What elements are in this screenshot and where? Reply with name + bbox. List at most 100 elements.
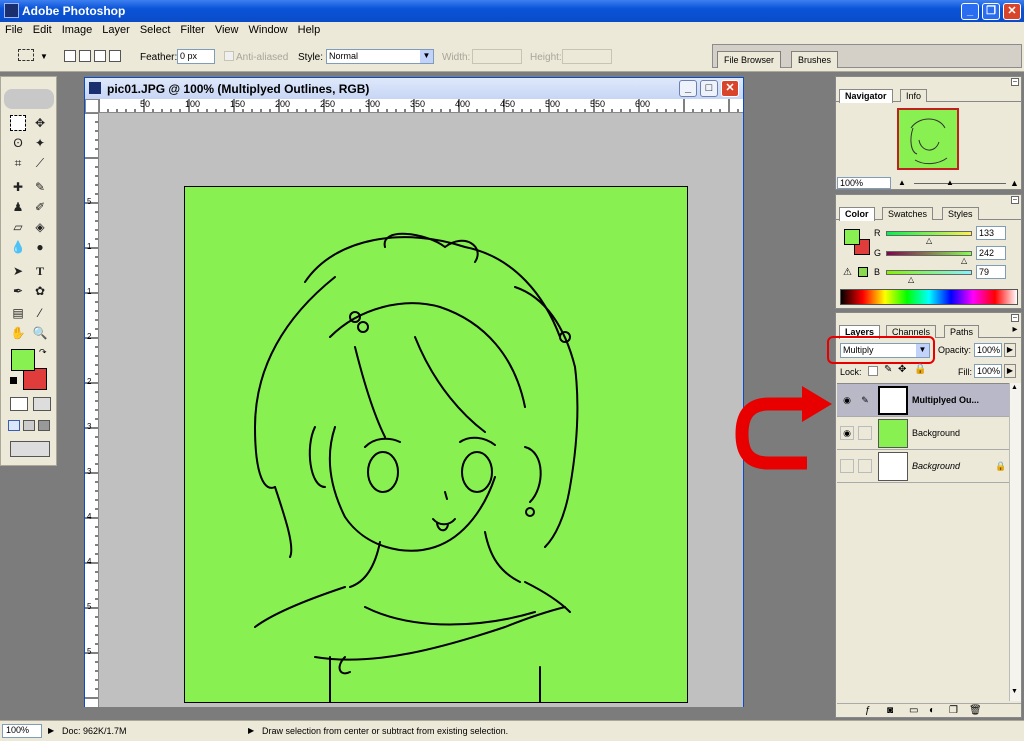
history-brush-tool-icon[interactable]: ✐: [32, 199, 48, 215]
layer-name[interactable]: Background: [912, 461, 960, 471]
menu-help[interactable]: Help: [293, 22, 326, 36]
tab-file-browser[interactable]: File Browser: [717, 51, 782, 68]
menu-filter[interactable]: Filter: [175, 22, 209, 36]
add-selection-icon[interactable]: [79, 50, 91, 62]
marquee-tool-icon[interactable]: [10, 115, 26, 131]
layers-scrollbar[interactable]: ▲ ▼: [1009, 383, 1021, 701]
adjustment-layer-icon[interactable]: ◐: [929, 705, 935, 716]
navigator-thumbnail[interactable]: [897, 108, 959, 170]
type-tool-icon[interactable]: T: [32, 263, 48, 279]
menu-view[interactable]: View: [210, 22, 244, 36]
tab-brushes[interactable]: Brushes: [791, 51, 839, 68]
lock-position-icon[interactable]: ✥: [898, 364, 906, 375]
opacity-arrow-icon[interactable]: ▶: [1004, 343, 1016, 357]
zoom-in-icon[interactable]: ▲: [1010, 178, 1019, 188]
tab-color[interactable]: Color: [839, 207, 875, 221]
pen-tool-icon[interactable]: ✒: [10, 283, 26, 299]
lock-image-icon[interactable]: ✎: [884, 364, 892, 375]
minimize-icon[interactable]: _: [679, 80, 697, 97]
quick-mask-mode-icon[interactable]: [33, 397, 51, 411]
ruler-origin[interactable]: [85, 99, 99, 113]
b-slider[interactable]: [886, 270, 972, 275]
b-value-input[interactable]: 79: [976, 265, 1006, 279]
lock-all-icon[interactable]: 🔒: [914, 364, 926, 375]
chevron-down-icon[interactable]: ▼: [916, 344, 929, 357]
eye-icon[interactable]: ◉: [840, 426, 854, 440]
layer-name[interactable]: Multiplyed Ou...: [912, 395, 979, 405]
crop-tool-icon[interactable]: ⌗: [10, 155, 26, 171]
scroll-down-icon[interactable]: ▼: [1011, 688, 1018, 695]
panel-minimize-icon[interactable]: –: [1011, 196, 1019, 204]
default-colors-icon[interactable]: [10, 377, 17, 384]
panel-minimize-icon[interactable]: –: [1011, 78, 1019, 86]
swap-colors-icon[interactable]: ↷: [39, 347, 47, 358]
status-zoom-input[interactable]: 100%: [2, 724, 42, 738]
zoom-out-icon[interactable]: ▲: [898, 178, 906, 187]
status-menu-icon[interactable]: ▶: [48, 726, 54, 735]
color-panel-foreground-swatch[interactable]: [844, 229, 860, 245]
close-icon[interactable]: ✕: [721, 80, 739, 97]
layer-row-multiplyed-outlines[interactable]: ◉ ✎ Multiplyed Ou...: [837, 384, 1009, 417]
canvas-area[interactable]: [99, 113, 743, 707]
color-ramp[interactable]: [840, 289, 1018, 305]
full-screen-menu-mode-icon[interactable]: [23, 420, 35, 431]
foreground-color-swatch[interactable]: [11, 349, 35, 371]
new-layer-icon[interactable]: ❐: [949, 705, 958, 716]
standard-mode-icon[interactable]: [10, 397, 28, 411]
fill-arrow-icon[interactable]: ▶: [1004, 364, 1016, 378]
document-title-bar[interactable]: pic01.JPG @ 100% (Multiplyed Outlines, R…: [85, 78, 743, 99]
new-set-icon[interactable]: ▭: [909, 705, 918, 716]
chevron-down-icon[interactable]: ▼: [40, 52, 48, 61]
anti-aliased-checkbox[interactable]: [224, 51, 234, 61]
lasso-tool-icon[interactable]: ʘ: [10, 135, 26, 151]
lock-transparency-icon[interactable]: [868, 366, 878, 376]
tab-navigator[interactable]: Navigator: [839, 89, 893, 103]
menu-layer[interactable]: Layer: [97, 22, 135, 36]
g-slider[interactable]: [886, 251, 972, 256]
b-slider-thumb-icon[interactable]: △: [908, 275, 914, 284]
paint-bucket-tool-icon[interactable]: ◈: [32, 219, 48, 235]
panel-menu-icon[interactable]: ▸: [1011, 325, 1019, 335]
r-slider-thumb-icon[interactable]: △: [926, 236, 932, 245]
eyedropper-tool-icon[interactable]: ⁄: [32, 305, 48, 321]
standard-screen-mode-icon[interactable]: [8, 420, 20, 431]
intersect-selection-icon[interactable]: [109, 50, 121, 62]
g-value-input[interactable]: 242: [976, 246, 1006, 260]
layer-row-background-locked[interactable]: Background 🔒: [837, 450, 1009, 483]
brush-icon[interactable]: ✎: [858, 393, 872, 407]
gamut-color-swatch[interactable]: [858, 267, 868, 277]
path-selection-tool-icon[interactable]: ➤: [10, 263, 26, 279]
scroll-up-icon[interactable]: ▲: [1011, 384, 1018, 391]
marquee-tool-preset-icon[interactable]: [18, 49, 34, 61]
height-input[interactable]: [562, 49, 612, 64]
healing-brush-tool-icon[interactable]: ✚: [10, 179, 26, 195]
dodge-tool-icon[interactable]: ●: [32, 239, 48, 255]
trash-icon[interactable]: 🗑: [969, 705, 982, 716]
add-layer-style-icon[interactable]: ƒ: [865, 705, 871, 716]
eye-icon[interactable]: ◉: [840, 393, 854, 407]
r-value-input[interactable]: 133: [976, 226, 1006, 240]
layer-name[interactable]: Background: [912, 428, 960, 438]
background-color-swatch[interactable]: [23, 368, 47, 390]
tab-info[interactable]: Info: [900, 89, 928, 102]
slice-tool-icon[interactable]: ⟋: [32, 155, 48, 171]
blend-mode-select[interactable]: Multiply ▼: [840, 343, 930, 358]
menu-select[interactable]: Select: [135, 22, 176, 36]
tab-swatches[interactable]: Swatches: [882, 207, 934, 220]
menu-window[interactable]: Window: [244, 22, 293, 36]
photoshop-eye-logo-icon[interactable]: [4, 89, 54, 109]
link-slot[interactable]: [858, 426, 872, 440]
clone-stamp-tool-icon[interactable]: ♟: [10, 199, 26, 215]
notes-tool-icon[interactable]: ▤: [10, 305, 26, 321]
zoom-tool-icon[interactable]: 🔍: [32, 325, 48, 341]
restore-icon[interactable]: ❐: [982, 3, 1000, 20]
link-slot[interactable]: [858, 459, 872, 473]
menu-edit[interactable]: Edit: [28, 22, 57, 36]
g-slider-thumb-icon[interactable]: △: [961, 256, 967, 265]
menu-file[interactable]: File: [0, 22, 28, 36]
eye-hidden-slot[interactable]: [840, 459, 854, 473]
move-tool-icon[interactable]: ✥: [32, 115, 48, 131]
new-selection-icon[interactable]: [64, 50, 76, 62]
panel-minimize-icon[interactable]: –: [1011, 314, 1019, 322]
tab-paths[interactable]: Paths: [944, 325, 980, 338]
